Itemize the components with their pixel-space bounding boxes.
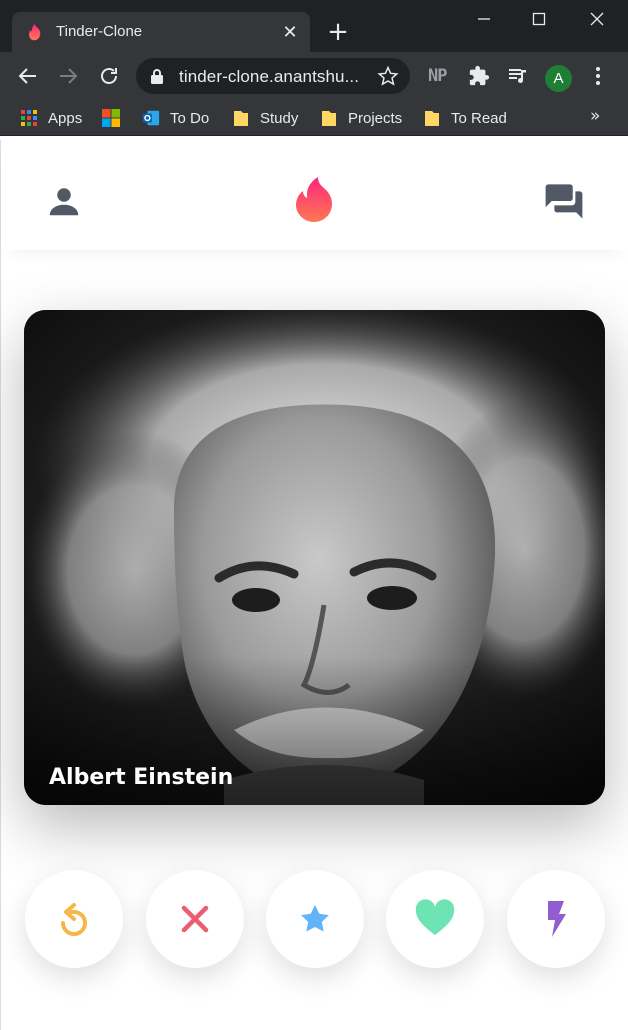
- bookmark-label: To Do: [170, 109, 210, 127]
- lock-icon[interactable]: [150, 68, 164, 84]
- profile-avatar[interactable]: A: [545, 65, 572, 92]
- star-icon: [301, 905, 329, 932]
- folder-icon: [322, 111, 336, 126]
- tinder-favicon-icon: [29, 23, 41, 41]
- extensions-puzzle-icon[interactable]: [468, 64, 490, 88]
- browser-tab[interactable]: Tinder-Clone ✕: [12, 12, 310, 52]
- tab-title: Tinder-Clone: [56, 23, 143, 40]
- np-extension-icon[interactable]: NP: [428, 64, 448, 88]
- nope-button[interactable]: [146, 870, 244, 968]
- page-viewport: Albert Einstein: [0, 140, 628, 1030]
- new-tab-button[interactable]: +: [326, 19, 350, 45]
- tinder-flame-logo[interactable]: [294, 177, 334, 223]
- minimize-icon[interactable]: [472, 6, 496, 30]
- bookmark-apps[interactable]: Apps: [20, 107, 82, 129]
- replay-icon: [61, 903, 87, 936]
- url-text[interactable]: tinder-clone.anantshu...: [179, 67, 359, 87]
- browser-titlebar: Tinder-Clone ✕ +: [0, 0, 628, 52]
- bookmark-microsoft[interactable]: [102, 107, 130, 129]
- media-queue-icon[interactable]: [506, 64, 530, 88]
- microsoft-logo-icon: [102, 109, 120, 127]
- super-like-button[interactable]: [266, 870, 364, 968]
- bookmark-projects[interactable]: Projects: [320, 107, 402, 129]
- apps-grid-icon: [21, 110, 37, 126]
- bookmark-star-icon[interactable]: [377, 65, 399, 87]
- browser-toolbar: tinder-clone.anantshu... NP A: [0, 52, 628, 100]
- bookmark-to-read[interactable]: To Read: [423, 107, 507, 129]
- app-header: [1, 140, 628, 250]
- back-arrow-icon[interactable]: [16, 64, 40, 88]
- browser-menu-icon[interactable]: [588, 64, 608, 88]
- folder-icon: [425, 111, 439, 126]
- maximize-icon[interactable]: [527, 6, 551, 30]
- swipe-action-bar: [1, 870, 628, 970]
- bookmarks-bar: Apps To Do Study Projects To Read »: [0, 100, 628, 136]
- portrait-photo: [24, 310, 605, 805]
- person-icon[interactable]: [46, 183, 82, 219]
- bookmark-label: Projects: [348, 109, 403, 127]
- address-bar[interactable]: tinder-clone.anantshu...: [136, 58, 410, 94]
- bookmark-label: Study: [260, 109, 299, 127]
- bolt-icon: [548, 901, 566, 937]
- folder-icon: [234, 111, 248, 126]
- close-icon: [181, 905, 209, 933]
- boost-button[interactable]: [507, 870, 605, 968]
- outlook-icon: [142, 110, 160, 126]
- rewind-button[interactable]: [25, 870, 123, 968]
- bookmark-label: To Read: [451, 109, 507, 127]
- profile-name: Albert Einstein: [49, 765, 234, 790]
- reload-icon[interactable]: [97, 64, 121, 88]
- bookmark-to-do[interactable]: To Do: [142, 107, 209, 129]
- bookmarks-overflow-icon[interactable]: »: [590, 106, 600, 126]
- bookmark-label: Apps: [48, 109, 83, 127]
- close-window-icon[interactable]: [585, 6, 609, 30]
- tab-close-icon[interactable]: ✕: [280, 22, 300, 42]
- chat-icon[interactable]: [543, 180, 585, 222]
- bookmark-study[interactable]: Study: [232, 107, 298, 129]
- forward-arrow-icon[interactable]: [56, 64, 80, 88]
- heart-icon: [415, 899, 455, 935]
- profile-card[interactable]: Albert Einstein: [24, 310, 605, 805]
- like-button[interactable]: [386, 870, 484, 968]
